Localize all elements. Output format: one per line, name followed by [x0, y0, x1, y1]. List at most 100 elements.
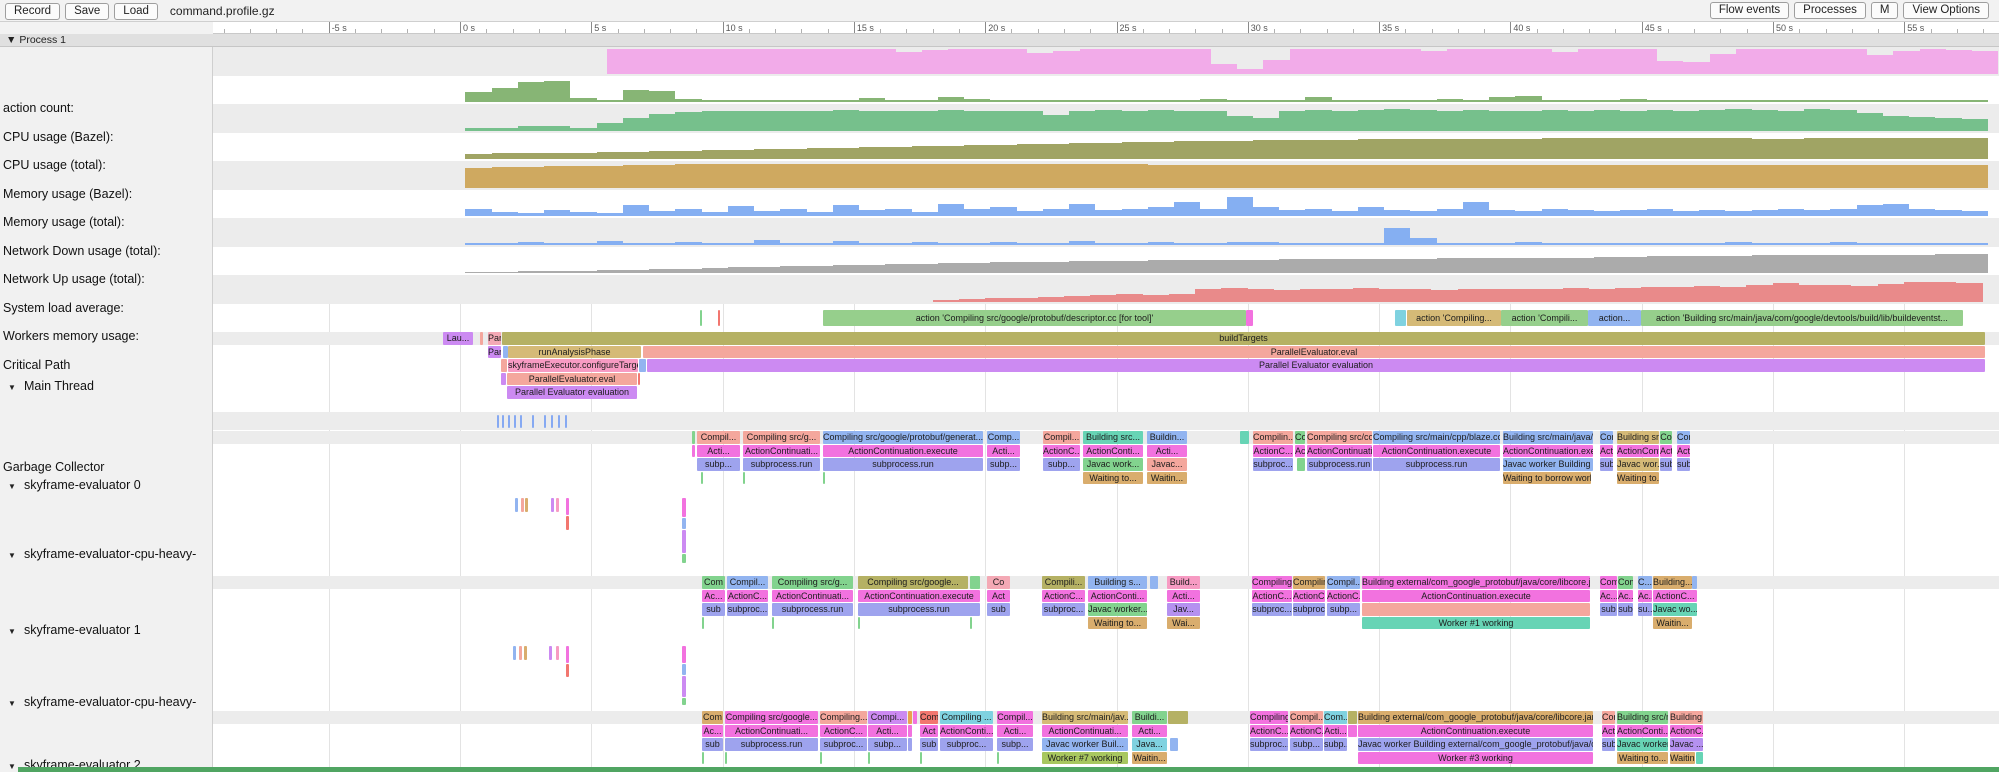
trace-event[interactable]: Par: [488, 332, 501, 345]
trace-event[interactable]: [682, 676, 686, 697]
trace-event[interactable]: action 'Compiling src/google/protobuf/de…: [823, 310, 1246, 326]
trace-event[interactable]: [701, 472, 703, 485]
trace-event[interactable]: ActionC...: [1250, 725, 1288, 738]
trace-event[interactable]: [551, 415, 553, 428]
trace-event[interactable]: Waiting to borrow worker: [1503, 472, 1591, 485]
trace-event[interactable]: Compil...: [1327, 576, 1360, 589]
trace-event[interactable]: [480, 332, 483, 345]
collapse-arrow-icon[interactable]: ▼: [8, 759, 16, 772]
processes-button[interactable]: Processes: [1794, 2, 1866, 19]
trace-event[interactable]: Waitin...: [1653, 617, 1692, 630]
trace-event[interactable]: ActionContinuati...: [1307, 445, 1372, 458]
trace-event[interactable]: Javac wo...: [1653, 603, 1697, 616]
trace-event[interactable]: [1297, 458, 1305, 471]
trace-event[interactable]: [1692, 576, 1697, 589]
collapse-arrow-icon[interactable]: ▼: [8, 380, 16, 394]
trace-event[interactable]: ActionC...: [1253, 445, 1293, 458]
trace-event[interactable]: [1240, 431, 1249, 444]
trace-event[interactable]: subproc...: [1253, 458, 1293, 471]
trace-event[interactable]: [718, 310, 720, 326]
trace-event[interactable]: [682, 698, 686, 705]
trace-event[interactable]: Acti...: [1132, 725, 1167, 738]
collapse-arrow-icon[interactable]: ▼: [8, 548, 16, 562]
trace-event[interactable]: Ac...: [1600, 590, 1617, 603]
trace-event[interactable]: Parallel Evaluator evaluation: [507, 386, 637, 399]
trace-event[interactable]: Compi...: [868, 711, 907, 724]
counter-chart-action-count[interactable]: [607, 49, 1999, 74]
trace-event[interactable]: Compiling...: [1250, 711, 1288, 724]
collapse-arrow-icon[interactable]: ▼: [8, 479, 16, 493]
trace-event[interactable]: subproc...: [1293, 603, 1325, 616]
trace-event[interactable]: Building src/ma...: [1617, 711, 1668, 724]
trace-event[interactable]: [525, 498, 528, 512]
trace-event[interactable]: su...: [1638, 603, 1652, 616]
trace-event[interactable]: [1348, 711, 1357, 724]
trace-event[interactable]: Javac ...: [1670, 738, 1703, 751]
trace-event[interactable]: Compiling src/google...: [725, 711, 818, 724]
trace-event[interactable]: [700, 310, 702, 326]
trace-event[interactable]: [970, 576, 980, 589]
trace-event[interactable]: Waitin...: [1147, 472, 1187, 485]
trace-event[interactable]: [970, 617, 972, 630]
trace-event[interactable]: ActionContinuation.execute: [858, 590, 980, 603]
trace-event[interactable]: sub: [1600, 603, 1617, 616]
trace-event[interactable]: action...: [1588, 310, 1641, 326]
trace-event[interactable]: ActionContinuati...: [725, 725, 818, 738]
trace-event[interactable]: [913, 711, 917, 724]
trace-event[interactable]: ActionC...: [1290, 725, 1323, 738]
trace-event[interactable]: Build...: [1167, 576, 1200, 589]
trace-event[interactable]: [1246, 310, 1253, 326]
trace-event[interactable]: subp...: [1324, 738, 1347, 751]
trace-event[interactable]: [515, 498, 518, 512]
trace-event[interactable]: Acti...: [987, 445, 1020, 458]
trace-event[interactable]: Waiting to...: [1617, 472, 1659, 485]
trace-event[interactable]: [520, 415, 522, 428]
trace-event[interactable]: Waitin...: [1132, 752, 1167, 765]
trace-event[interactable]: sub: [1602, 738, 1615, 751]
trace-event[interactable]: Com: [1618, 576, 1633, 589]
trace-event[interactable]: sub: [702, 603, 725, 616]
counter-chart-memory-usage-total[interactable]: [465, 163, 1988, 188]
trace-event[interactable]: ActionC...: [1293, 590, 1325, 603]
trace-event[interactable]: Act: [1677, 445, 1690, 458]
trace-event[interactable]: ActionC...: [1252, 590, 1292, 603]
trace-event[interactable]: subprocess.run: [858, 603, 980, 616]
trace-event[interactable]: subproc...: [1250, 738, 1288, 751]
trace-event[interactable]: [772, 617, 774, 630]
clipped-bottom-bar[interactable]: [18, 767, 1999, 772]
trace-event[interactable]: Com: [1600, 431, 1613, 444]
trace-event[interactable]: subp...: [1327, 603, 1360, 616]
trace-event[interactable]: Worker #1 working: [1362, 617, 1590, 630]
trace-event[interactable]: Building src...: [1617, 431, 1659, 444]
trace-event[interactable]: Compiling src/main/cpp/blaze.cc: [1373, 431, 1500, 444]
flow-events-button[interactable]: Flow events: [1710, 2, 1789, 19]
trace-event[interactable]: Buildi...: [1132, 711, 1167, 724]
trace-event[interactable]: Waitin...: [1670, 752, 1695, 765]
trace-event[interactable]: Compiling...: [820, 711, 867, 724]
trace-event[interactable]: subp...: [987, 458, 1020, 471]
counter-chart-cpu-usage-bazel[interactable]: [465, 77, 1988, 102]
trace-event[interactable]: subproc...: [727, 603, 768, 616]
trace-event[interactable]: [682, 498, 686, 517]
trace-event[interactable]: [1348, 725, 1357, 738]
trace-event[interactable]: Co: [1660, 431, 1672, 444]
trace-event[interactable]: Compilin...: [1253, 431, 1293, 444]
trace-event[interactable]: [920, 752, 922, 765]
trace-event[interactable]: Building external/com_google_protobuf/ja…: [1362, 576, 1590, 589]
trace-event[interactable]: subproc...: [820, 738, 867, 751]
trace-event[interactable]: [502, 415, 504, 428]
trace-event[interactable]: ActionContinuation.execute: [1358, 725, 1593, 738]
trace-event[interactable]: [682, 646, 686, 663]
trace-event[interactable]: Ac...: [702, 725, 723, 738]
trace-event[interactable]: Compiling src/g...: [743, 431, 820, 444]
trace-event[interactable]: subproc...: [1042, 603, 1085, 616]
trace-event[interactable]: Acti...: [1147, 445, 1187, 458]
trace-event[interactable]: ActionContinuati...: [1042, 725, 1128, 738]
trace-event[interactable]: Waiting to...: [1617, 752, 1668, 765]
trace-event[interactable]: Compiling ...: [940, 711, 993, 724]
trace-event[interactable]: [997, 752, 999, 765]
trace-event[interactable]: Com: [1602, 711, 1615, 724]
trace-event[interactable]: Wai...: [1167, 617, 1200, 630]
trace-event[interactable]: subp...: [868, 738, 907, 751]
trace-event[interactable]: [682, 664, 686, 675]
